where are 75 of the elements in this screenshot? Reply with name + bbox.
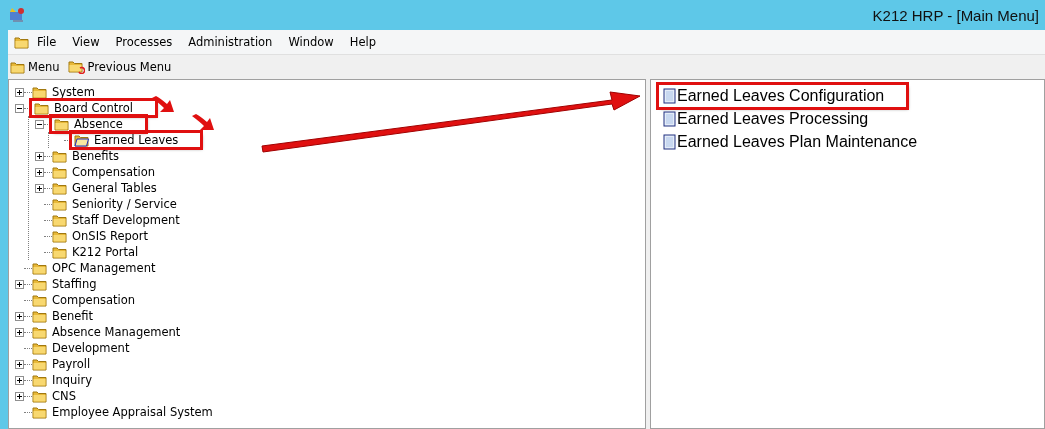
menu-item[interactable]: Window [280, 35, 342, 49]
folder-icon [32, 389, 47, 403]
expand-icon[interactable] [35, 151, 44, 161]
folder-icon [52, 229, 67, 243]
expand-icon[interactable] [15, 279, 24, 289]
folder-icon [52, 213, 67, 227]
tree-item[interactable]: K212 Portal [70, 245, 141, 259]
tree-item[interactable]: Absence [72, 117, 125, 131]
tree-item[interactable]: Payroll [50, 357, 93, 371]
folder-icon [52, 181, 67, 195]
tree-item[interactable]: Seniority / Service [70, 197, 179, 211]
expand-icon[interactable] [35, 183, 44, 193]
folder-icon [52, 245, 67, 259]
tree-item[interactable]: Compensation [50, 293, 137, 307]
folder-icon [14, 35, 29, 49]
tree-item[interactable]: Inquiry [50, 373, 94, 387]
folder-icon [32, 85, 47, 99]
program-item[interactable]: Earned Leaves Plan Maintenance [677, 133, 918, 151]
collapse-icon[interactable] [35, 119, 44, 129]
folder-icon [52, 197, 67, 211]
tree-item[interactable]: Staffing [50, 277, 99, 291]
menu-item[interactable]: File [29, 35, 65, 49]
tree-item[interactable]: Absence Management [50, 325, 183, 339]
menu-item[interactable]: Processes [107, 35, 181, 49]
folder-icon [32, 309, 47, 323]
open-folder-icon [74, 133, 89, 147]
menu-item[interactable]: Administration [180, 35, 281, 49]
tree-item[interactable]: Benefit [50, 309, 96, 323]
document-icon [663, 88, 676, 104]
tree-item[interactable]: Compensation [70, 165, 157, 179]
app-icon [8, 6, 26, 24]
expand-icon[interactable] [15, 87, 24, 97]
folder-icon [32, 373, 47, 387]
folder-icon [32, 293, 47, 307]
folder-icon [34, 101, 49, 115]
menu-item[interactable]: View [64, 35, 108, 49]
toolbar-button[interactable]: Menu [10, 60, 60, 74]
tree-item[interactable]: Benefits [70, 149, 122, 163]
program-item[interactable]: Earned Leaves Processing [677, 110, 869, 128]
folder-icon [32, 261, 47, 275]
tree-item[interactable]: Employee Appraisal System [50, 405, 215, 419]
expand-icon[interactable] [15, 359, 24, 369]
menu-item[interactable]: Help [341, 35, 384, 49]
tree-item[interactable]: Earned Leaves [92, 133, 181, 147]
annotation-arrow [152, 96, 174, 112]
collapse-icon[interactable] [15, 103, 24, 113]
window-title: K212 HRP - [Main Menu] [872, 6, 1039, 24]
toolbar-button[interactable]: Previous Menu [67, 60, 172, 74]
folder-icon [54, 117, 69, 131]
expand-icon[interactable] [15, 327, 24, 337]
folder-icon [32, 341, 47, 355]
folder-icon [52, 149, 67, 163]
tree-item[interactable]: Development [50, 341, 132, 355]
tree-item[interactable]: OPC Management [50, 261, 158, 275]
tree-item[interactable]: OnSIS Report [70, 229, 151, 243]
expand-icon[interactable] [15, 311, 24, 321]
tree-item[interactable]: General Tables [70, 181, 159, 195]
tree-item[interactable]: System [50, 85, 97, 99]
tree-item[interactable]: Staff Development [70, 213, 182, 227]
folder-icon [10, 60, 25, 74]
folder-back-icon [67, 60, 85, 74]
expand-icon[interactable] [15, 391, 24, 401]
folder-icon [32, 277, 47, 291]
folder-icon [52, 165, 67, 179]
program-item[interactable]: Earned Leaves Configuration [677, 87, 885, 105]
folder-icon [32, 325, 47, 339]
expand-icon[interactable] [35, 167, 44, 177]
tree-item[interactable]: CNS [50, 389, 78, 403]
annotation-arrow [192, 114, 214, 130]
document-icon [663, 111, 676, 127]
document-icon [663, 134, 676, 150]
folder-icon [32, 405, 47, 419]
expand-icon[interactable] [15, 375, 24, 385]
folder-icon [32, 357, 47, 371]
tree-item[interactable]: Board Control [52, 101, 136, 115]
